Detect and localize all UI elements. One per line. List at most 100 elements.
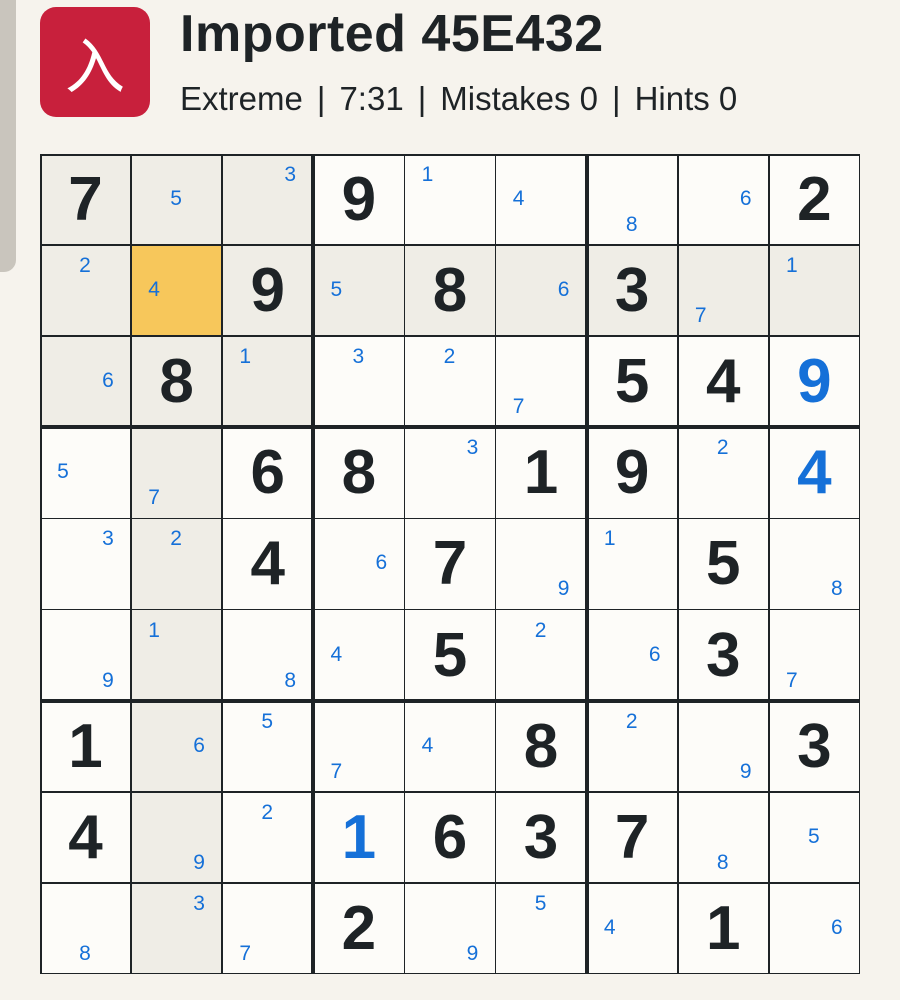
sudoku-cell[interactable]: 7 [677,245,769,337]
sudoku-cell[interactable]: 7 [40,154,131,245]
grid-line [768,154,770,974]
sudoku-cell[interactable]: 3 [769,701,860,792]
given-digit: 5 [614,347,650,417]
sudoku-cell[interactable]: 2 [131,518,223,610]
sudoku-cell[interactable]: 1 [496,427,587,518]
sudoku-cell[interactable]: 8 [40,883,131,974]
sudoku-cell[interactable]: 1 [313,792,404,883]
sudoku-cell[interactable]: 5 [496,883,587,974]
sudoku-cell[interactable]: 6 [313,518,404,609]
sudoku-cell[interactable]: 6 [769,883,860,974]
sudoku-cell[interactable]: 8 [769,518,860,609]
sudoku-cell[interactable]: 3 [313,336,404,427]
sudoku-cell[interactable]: 2 [40,245,131,337]
sudoku-cell[interactable]: 2 [222,792,313,883]
sudoku-cell[interactable]: 3 [496,792,587,883]
sudoku-cell[interactable]: 6 [495,245,587,337]
sudoku-cell[interactable]: 1 [768,245,860,337]
sudoku-cell[interactable]: 7 [769,610,860,701]
sudoku-cell[interactable]: 6 [40,336,131,428]
sudoku-cell[interactable]: 5 [313,245,405,337]
sudoku-cell[interactable]: 8 [587,154,678,245]
sudoku-cell[interactable]: 7 [131,427,223,519]
sudoku-cell[interactable]: 9 [769,336,860,427]
sudoku-cell[interactable]: 9 [40,610,131,701]
sudoku-cell[interactable]: 5 [40,427,131,518]
sudoku-cell[interactable]: 1 [222,336,314,428]
sudoku-cell[interactable]: 8 [678,792,769,883]
sudoku-cell[interactable]: 5 [769,792,860,883]
sudoku-cell[interactable]: 4 [40,792,131,883]
sudoku-cell[interactable]: 2 [678,427,769,518]
sudoku-cell[interactable]: 3 [131,882,223,974]
sudoku-cell[interactable]: 8 [313,427,404,518]
pencil-note: 9 [466,941,479,965]
sudoku-cell[interactable]: 8 [222,610,313,701]
sudoku-cell[interactable]: 9 [222,245,314,337]
grid-line [221,154,223,974]
puzzle-status-bar: Extreme | 7:31 | Mistakes 0 | Hints 0 [180,80,737,118]
sudoku-cell[interactable]: 1 [678,883,769,974]
pencil-note: 9 [102,668,114,692]
sudoku-cell[interactable]: 4 [313,610,404,701]
sudoku-cell[interactable]: 8 [404,245,496,337]
sudoku-cell[interactable]: 2 [496,610,587,701]
sudoku-cell[interactable]: 5 [587,336,678,427]
pencil-note: 4 [512,187,525,210]
sudoku-cell[interactable]: 9 [496,518,587,609]
sudoku-cell[interactable]: 4 [496,154,587,245]
pencil-note: 4 [421,733,434,757]
sudoku-cell[interactable]: 7 [404,518,495,609]
sudoku-cell[interactable]: 6 [131,700,223,792]
sudoku-cell[interactable]: 4 [222,518,313,609]
sudoku-cell[interactable]: 1 [40,701,131,792]
sudoku-cell[interactable]: 9 [678,701,769,792]
pencil-note: 7 [330,759,343,783]
sudoku-cell[interactable]: 6 [222,427,313,518]
sudoku-cell[interactable]: 5 [404,610,495,701]
sudoku-cell[interactable]: 2 [313,883,404,974]
sudoku-cell[interactable]: 1 [131,609,223,701]
sudoku-cell[interactable]: 7 [313,701,404,792]
given-digit: 3 [797,711,832,781]
given-digit: 3 [706,620,741,690]
sudoku-cell[interactable]: 3 [40,518,131,609]
sudoku-cell[interactable]: 6 [678,154,769,245]
sudoku-cell[interactable]: 3 [404,427,495,518]
sudoku-cell[interactable]: 5 [131,154,223,245]
pencil-note: 7 [239,941,252,965]
selected-cell[interactable]: 4 [131,245,223,337]
pencil-note: 2 [625,709,638,733]
sudoku-cell[interactable]: 9 [313,154,404,245]
sudoku-cell[interactable]: 9 [587,427,678,518]
sudoku-cell[interactable]: 9 [131,791,223,883]
sudoku-cell[interactable]: 2 [769,154,860,245]
pencil-note: 2 [534,618,547,642]
sudoku-cell[interactable]: 4 [587,883,678,974]
pencil-note: 6 [648,642,661,666]
sudoku-cell[interactable]: 8 [131,336,223,428]
sudoku-cell[interactable]: 4 [678,336,769,427]
sudoku-cell[interactable]: 4 [769,427,860,518]
sudoku-cell[interactable]: 1 [587,518,678,609]
sudoku-cell[interactable]: 2 [404,336,495,427]
status-separator: | [316,80,326,117]
sudoku-cell[interactable]: 2 [587,701,678,792]
sudoku-cell[interactable]: 7 [587,792,678,883]
sudoku-cell[interactable]: 3 [678,610,769,701]
sudoku-cell[interactable]: 6 [587,610,678,701]
sudoku-cell[interactable]: 8 [496,701,587,792]
given-digit: 4 [68,802,103,872]
side-panel-tab[interactable] [0,0,16,272]
sudoku-cell[interactable]: 7 [222,883,313,974]
sudoku-cell[interactable]: 5 [678,518,769,609]
sudoku-cell[interactable]: 9 [404,883,495,974]
sudoku-cell[interactable]: 5 [222,701,313,792]
sudoku-cell[interactable]: 4 [404,701,495,792]
sudoku-cell[interactable]: 7 [496,336,587,427]
sudoku-cell[interactable]: 1 [404,154,495,245]
sudoku-cell[interactable]: 3 [222,154,314,245]
sudoku-cell[interactable]: 6 [404,792,495,883]
pencil-note: 5 [808,824,820,848]
sudoku-cell[interactable]: 3 [586,245,678,337]
